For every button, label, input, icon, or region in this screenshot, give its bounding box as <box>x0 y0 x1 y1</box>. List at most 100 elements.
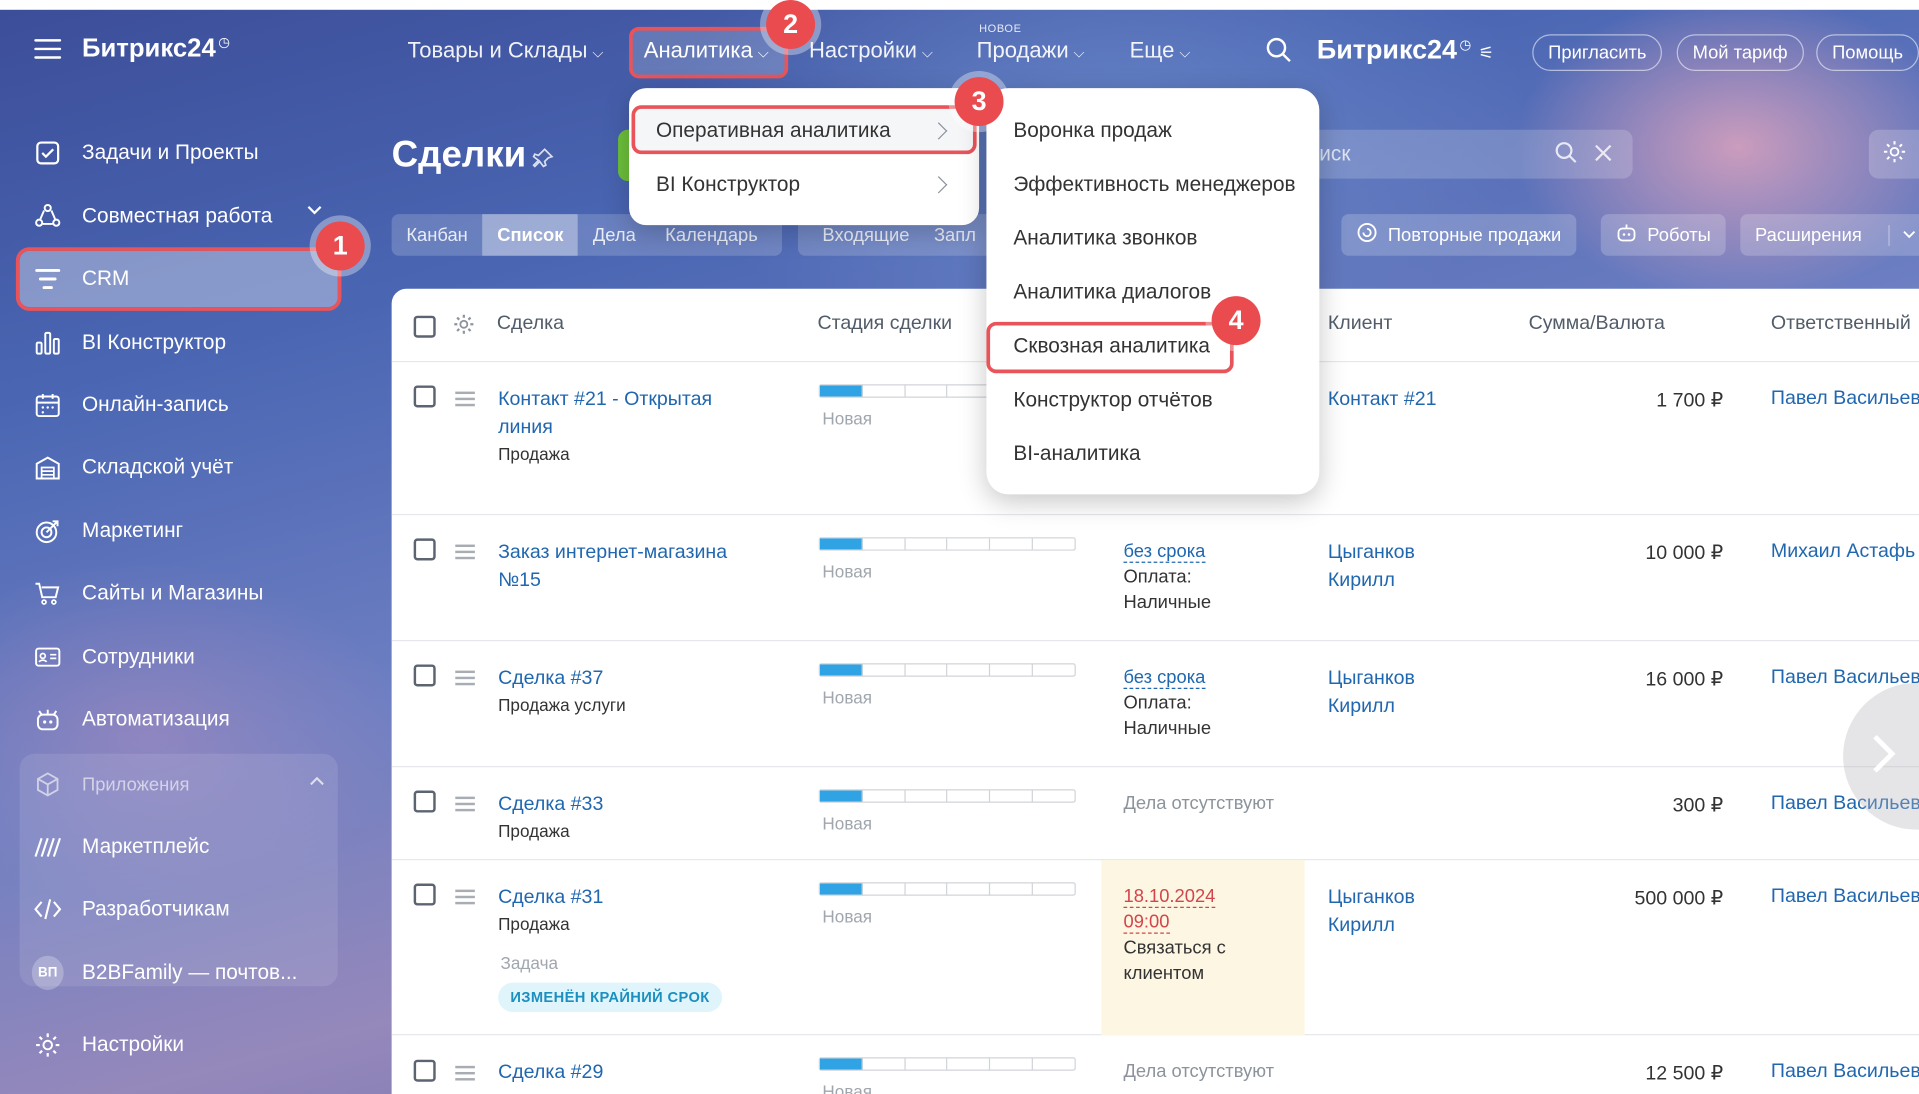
sidebar-item-warehouse[interactable]: Складской учёт <box>20 439 338 495</box>
submenu-item-report-builder[interactable]: Конструктор отчётов <box>1013 388 1212 412</box>
deal-title-link[interactable]: Заказ интернет-магазина №15 <box>498 538 755 594</box>
row-checkbox[interactable] <box>413 385 436 408</box>
drag-handle-icon[interactable] <box>455 391 475 410</box>
robots-button[interactable]: Роботы <box>1600 214 1726 256</box>
nav-sales[interactable]: Продажи ⌵ <box>977 38 1085 64</box>
counter-planned[interactable]: Запл <box>934 225 976 246</box>
activity-text: Оплата: Наличные <box>1123 566 1212 614</box>
client-link[interactable]: Цыганков Кирилл <box>1328 884 1450 940</box>
brand-logo-right[interactable]: Битрикс24 ◷ ⚟ <box>1317 34 1494 66</box>
tab-list[interactable]: Список <box>482 214 579 256</box>
client-link[interactable]: Контакт #21 <box>1328 385 1437 413</box>
tariff-button[interactable]: Мой тариф <box>1676 34 1804 71</box>
activity-deadline-link[interactable]: без срока <box>1123 540 1205 563</box>
sidebar-item-b2bfamily[interactable]: ВП B2BFamily — почтов... <box>20 945 338 1001</box>
submenu-item-dialog-analytics[interactable]: Аналитика диалогов <box>1013 280 1211 304</box>
repeat-sales-button[interactable]: Повторные продажи <box>1341 214 1576 256</box>
stage-progress[interactable] <box>818 663 1076 677</box>
sidebar-item-collab[interactable]: Совместная работа <box>20 188 338 244</box>
sidebar-item-bi[interactable]: BI Конструктор <box>20 314 338 370</box>
brand-logo[interactable]: Битрикс24 ◷ <box>82 34 230 63</box>
activity-deadline-link[interactable]: без срока <box>1123 666 1205 689</box>
extensions-button[interactable]: Расширения <box>1740 214 1919 256</box>
column-header-sum[interactable]: Сумма/Валюта <box>1529 313 1665 335</box>
deal-title-link[interactable]: Сделка #33 <box>498 791 755 819</box>
counter-incoming[interactable]: Входящие <box>822 225 909 246</box>
task-caption: Задача <box>500 953 559 973</box>
table-row[interactable]: Сделка #31 Продажа Задача ИЗМЕНЁН КРАЙНИ… <box>391 860 1919 1036</box>
nav-settings[interactable]: Настройки ⌵ <box>809 38 933 64</box>
client-link[interactable]: Цыганков Кирилл <box>1328 664 1450 720</box>
row-checkbox[interactable] <box>413 538 436 561</box>
sidebar-item-tasks[interactable]: Задачи и Проекты <box>20 125 338 181</box>
deal-title-link[interactable]: Сделка #37 <box>498 664 755 692</box>
activity-time-link[interactable]: 09:00 <box>1123 911 1170 934</box>
stage-progress[interactable] <box>818 1057 1076 1071</box>
table-row[interactable]: Сделка #37 Продажа услуги Новая без срок… <box>391 641 1919 768</box>
sidebar-item-booking[interactable]: Онлайн-запись <box>20 377 338 433</box>
deal-title-link[interactable]: Сделка #29 <box>498 1059 755 1087</box>
sidebar-apps-header[interactable]: Приложения <box>20 756 338 812</box>
gear-icon[interactable] <box>453 313 475 341</box>
nav-goods[interactable]: Товары и Склады ⌵ <box>408 38 604 64</box>
client-link[interactable]: Цыганков Кирилл <box>1328 538 1450 594</box>
sidebar-item-marketplace[interactable]: Маркетплейс <box>20 819 338 875</box>
activity-date-link[interactable]: 18.10.2024 <box>1123 885 1216 908</box>
nav-more[interactable]: Еще ⌵ <box>1130 38 1191 64</box>
sidebar-item-automation[interactable]: Автоматизация <box>20 691 338 747</box>
column-header-stage[interactable]: Стадия сделки <box>818 313 953 335</box>
menu-item-bi-constructor[interactable]: BI Конструктор <box>656 173 800 197</box>
submenu-item-sales-funnel[interactable]: Воронка продаж <box>1013 119 1172 143</box>
hamburger-icon[interactable] <box>34 39 62 61</box>
stage-progress[interactable] <box>818 789 1076 803</box>
drag-handle-icon[interactable] <box>455 796 475 815</box>
close-icon[interactable] <box>1591 141 1615 172</box>
row-checkbox[interactable] <box>413 1059 436 1082</box>
sidebar-item-label: Автоматизация <box>81 707 230 731</box>
deal-title-link[interactable]: Контакт #21 - Открытая линия <box>498 385 755 441</box>
column-header-client[interactable]: Клиент <box>1328 313 1392 335</box>
sidebar-item-crm[interactable]: CRM <box>15 247 342 311</box>
submenu-item-end-to-end-analytics[interactable]: Сквозная аналитика <box>1013 334 1210 358</box>
tab-kanban[interactable]: Канбан <box>392 214 483 256</box>
drag-handle-icon[interactable] <box>455 670 475 689</box>
responsible-link[interactable]: Павел Васильев <box>1771 886 1919 908</box>
menu-item-operational-analytics[interactable]: Оперативная аналитика <box>656 119 891 143</box>
sidebar-item-developers[interactable]: Разработчикам <box>20 881 338 937</box>
deal-title-link[interactable]: Сделка #31 <box>498 884 755 912</box>
drag-handle-icon[interactable] <box>455 889 475 908</box>
search-input[interactable]: иск <box>1297 129 1633 179</box>
search-icon[interactable] <box>1265 37 1292 64</box>
responsible-link[interactable]: Павел Васильев <box>1771 388 1919 410</box>
column-header-responsible[interactable]: Ответственный <box>1771 313 1911 335</box>
sidebar-item-sites[interactable]: Сайты и Магазины <box>20 565 338 621</box>
responsible-link[interactable]: Павел Васильев <box>1771 1061 1919 1083</box>
row-checkbox[interactable] <box>413 664 436 687</box>
search-icon[interactable] <box>1554 141 1578 172</box>
drag-handle-icon[interactable] <box>455 544 475 563</box>
invite-button[interactable]: Пригласить <box>1532 34 1663 71</box>
submenu-item-bi-analytics[interactable]: BI-аналитика <box>1013 442 1140 466</box>
chevron-down-icon: ⌵ <box>592 44 604 62</box>
sidebar-item-settings[interactable]: Настройки <box>20 1017 338 1073</box>
row-checkbox[interactable] <box>413 790 436 813</box>
drag-handle-icon[interactable] <box>455 1065 475 1084</box>
sidebar-item-employees[interactable]: Сотрудники <box>20 629 338 685</box>
stage-progress[interactable] <box>818 537 1076 551</box>
row-checkbox[interactable] <box>413 883 436 906</box>
responsible-link[interactable]: Михаил Астафь <box>1771 541 1915 563</box>
avatar-initials: ВП <box>31 955 64 990</box>
table-row[interactable]: Сделка #29 Новая Дела отсутствуют 12 500… <box>392 1035 1919 1094</box>
sidebar-item-marketing[interactable]: Маркетинг <box>20 503 338 559</box>
column-header-deal[interactable]: Сделка <box>497 313 564 335</box>
help-button[interactable]: Помощь <box>1816 34 1919 71</box>
table-row[interactable]: Заказ интернет-магазина №15 Новая без ср… <box>391 515 1919 642</box>
table-row[interactable]: Сделка #33 Продажа Новая Дела отсутствую… <box>391 767 1919 861</box>
select-all-checkbox[interactable] <box>413 315 436 338</box>
stage-progress[interactable] <box>818 882 1076 896</box>
submenu-item-call-analytics[interactable]: Аналитика звонков <box>1013 226 1197 250</box>
nav-analytics[interactable]: Аналитика ⌵ <box>644 38 769 64</box>
submenu-item-manager-efficiency[interactable]: Эффективность менеджеров <box>1013 173 1295 197</box>
pin-icon[interactable] <box>532 147 554 169</box>
page-settings-button[interactable] <box>1868 129 1919 179</box>
